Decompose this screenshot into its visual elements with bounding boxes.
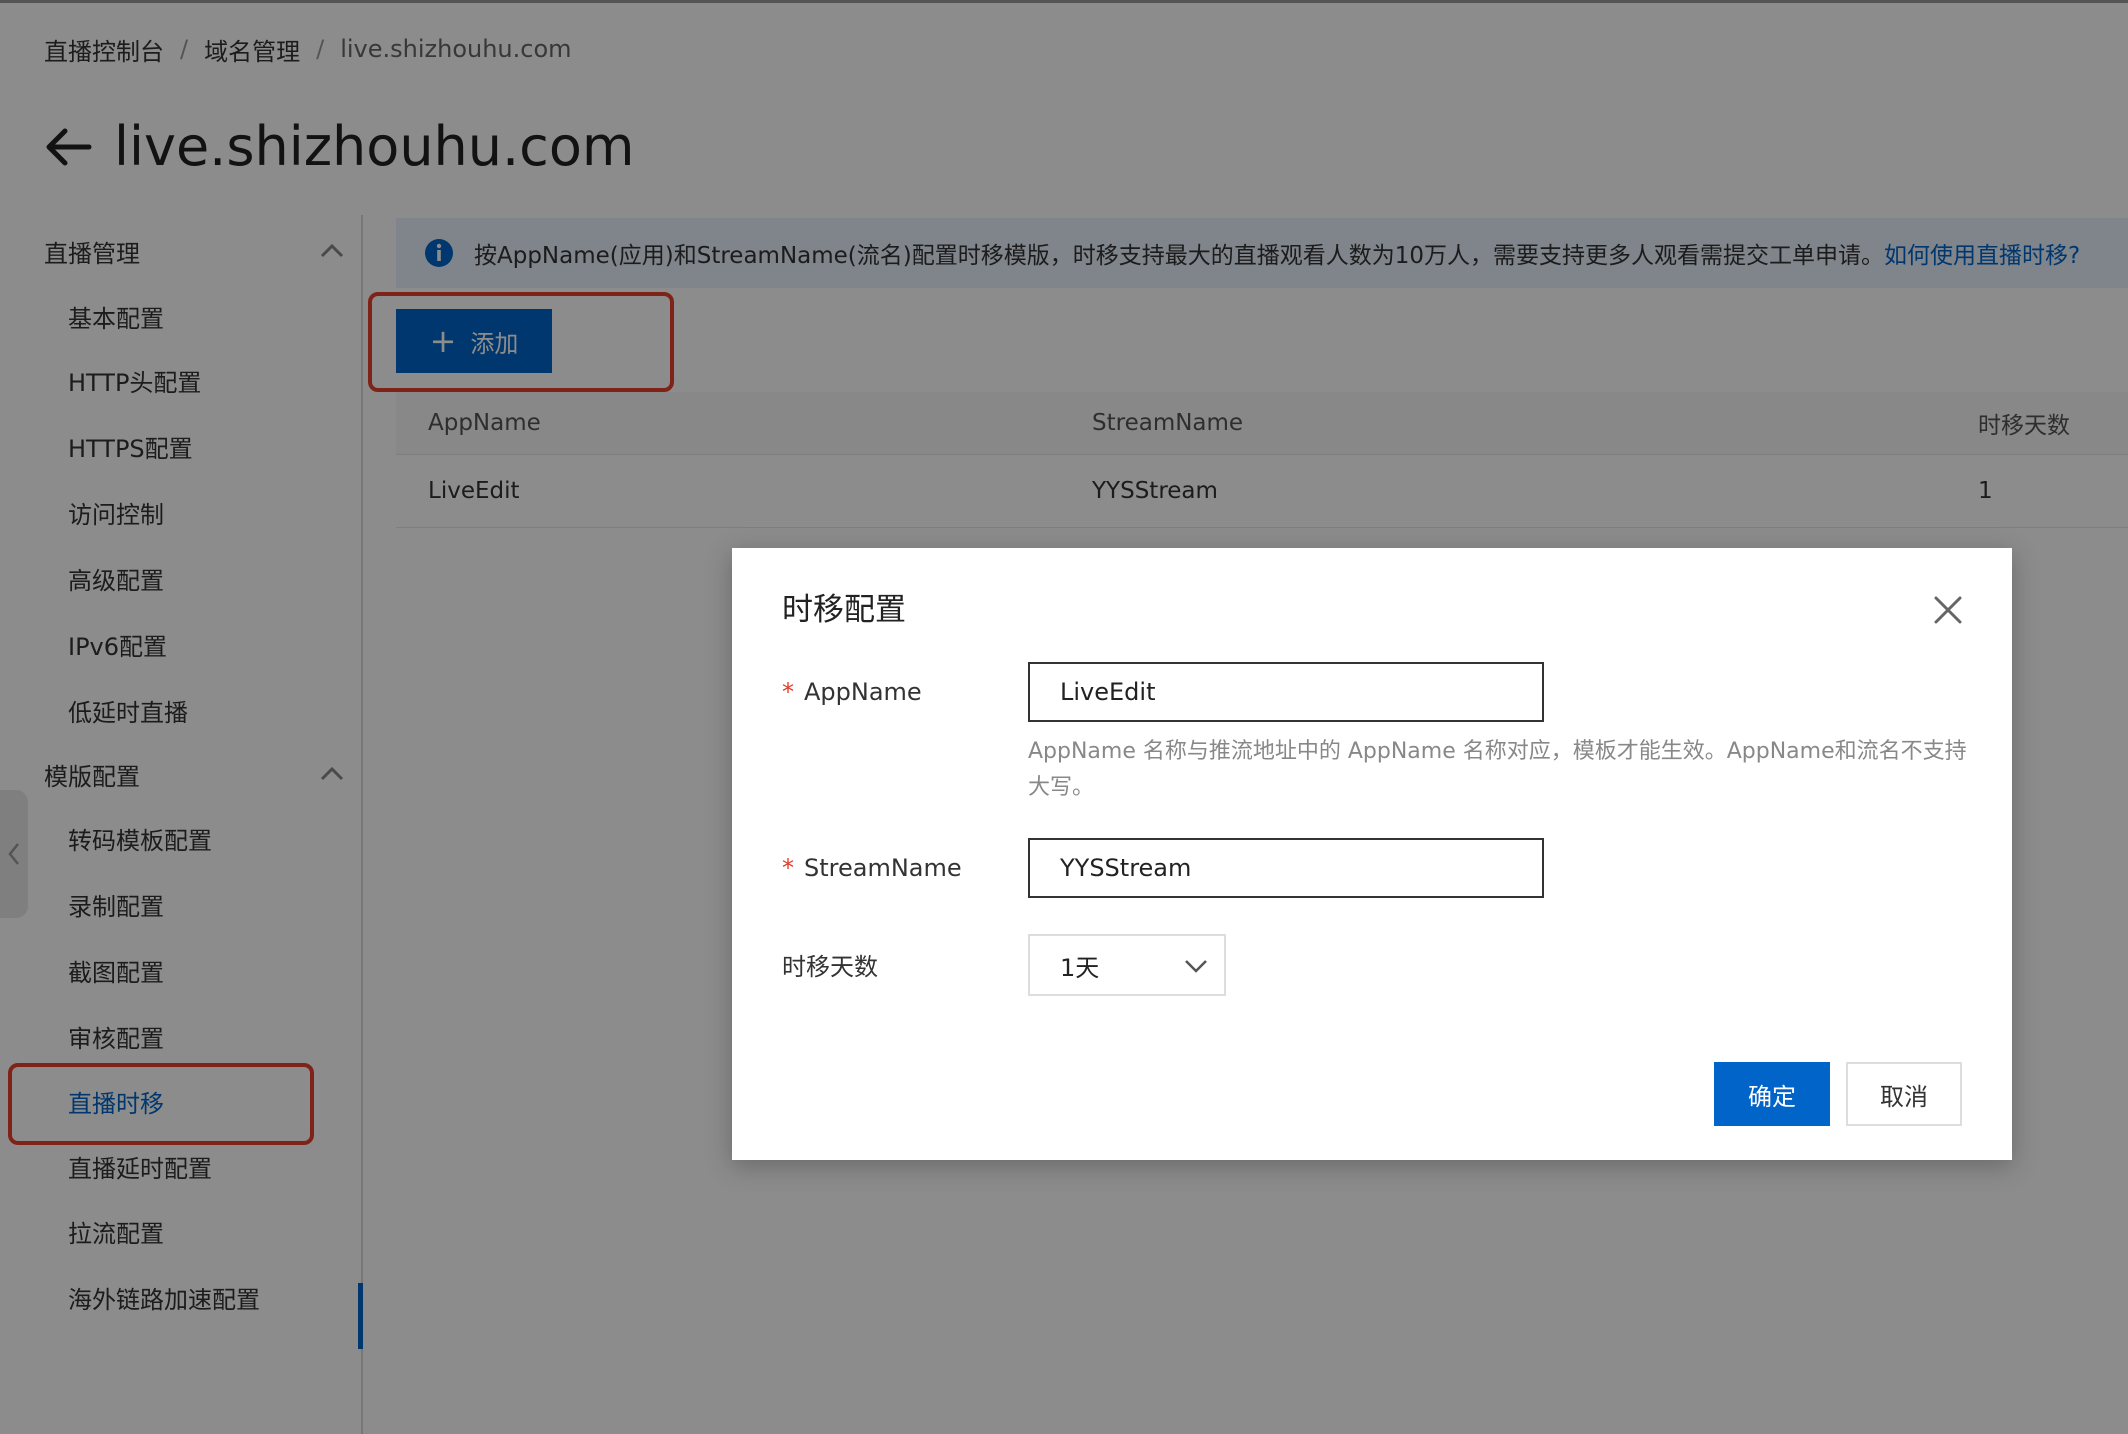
streamname-label: * StreamName xyxy=(782,848,962,888)
streamname-input[interactable] xyxy=(1028,838,1544,898)
days-label: 时移天数 xyxy=(782,952,878,981)
appname-label-text: AppName xyxy=(804,678,922,706)
time-shift-dialog: 时移配置 * AppName AppName 名称与推流地址中的 AppName… xyxy=(732,548,2012,1160)
appname-input[interactable] xyxy=(1028,662,1544,722)
cancel-button[interactable]: 取消 xyxy=(1846,1062,1962,1126)
streamname-label-text: StreamName xyxy=(804,854,962,882)
days-select-value: 1天 xyxy=(1060,953,1100,982)
confirm-button[interactable]: 确定 xyxy=(1714,1062,1830,1126)
days-select[interactable]: 1天 xyxy=(1028,934,1226,996)
appname-label: * AppName xyxy=(782,672,922,712)
dialog-title: 时移配置 xyxy=(782,592,906,628)
appname-hint: AppName 名称与推流地址中的 AppName 名称对应，模板才能生效。Ap… xyxy=(1028,739,1967,800)
chevron-down-icon xyxy=(1185,960,1207,973)
required-mark: * xyxy=(782,678,794,706)
required-mark: * xyxy=(782,854,794,882)
close-icon[interactable] xyxy=(1928,590,1968,630)
